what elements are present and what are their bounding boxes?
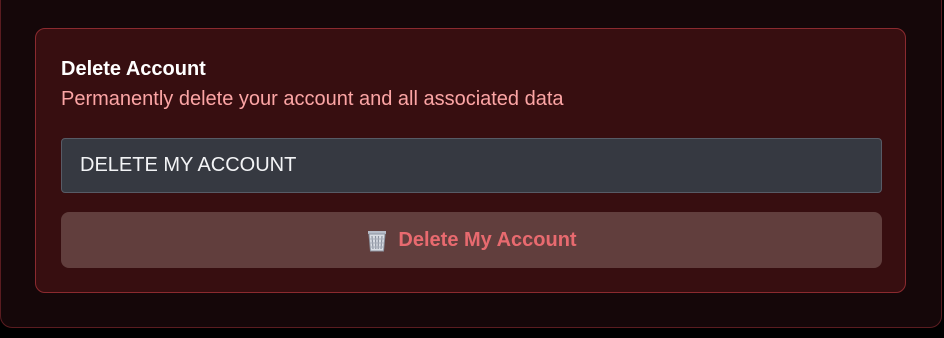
trash-icon <box>366 228 388 252</box>
delete-button-label: Delete My Account <box>398 228 577 251</box>
card-title: Delete Account <box>61 58 206 80</box>
delete-confirmation-input[interactable] <box>61 138 882 193</box>
delete-account-card: Delete Account Permanently delete your a… <box>35 28 906 293</box>
card-description: Permanently delete your account and all … <box>61 88 564 110</box>
delete-account-button[interactable]: Delete My Account <box>61 212 882 268</box>
